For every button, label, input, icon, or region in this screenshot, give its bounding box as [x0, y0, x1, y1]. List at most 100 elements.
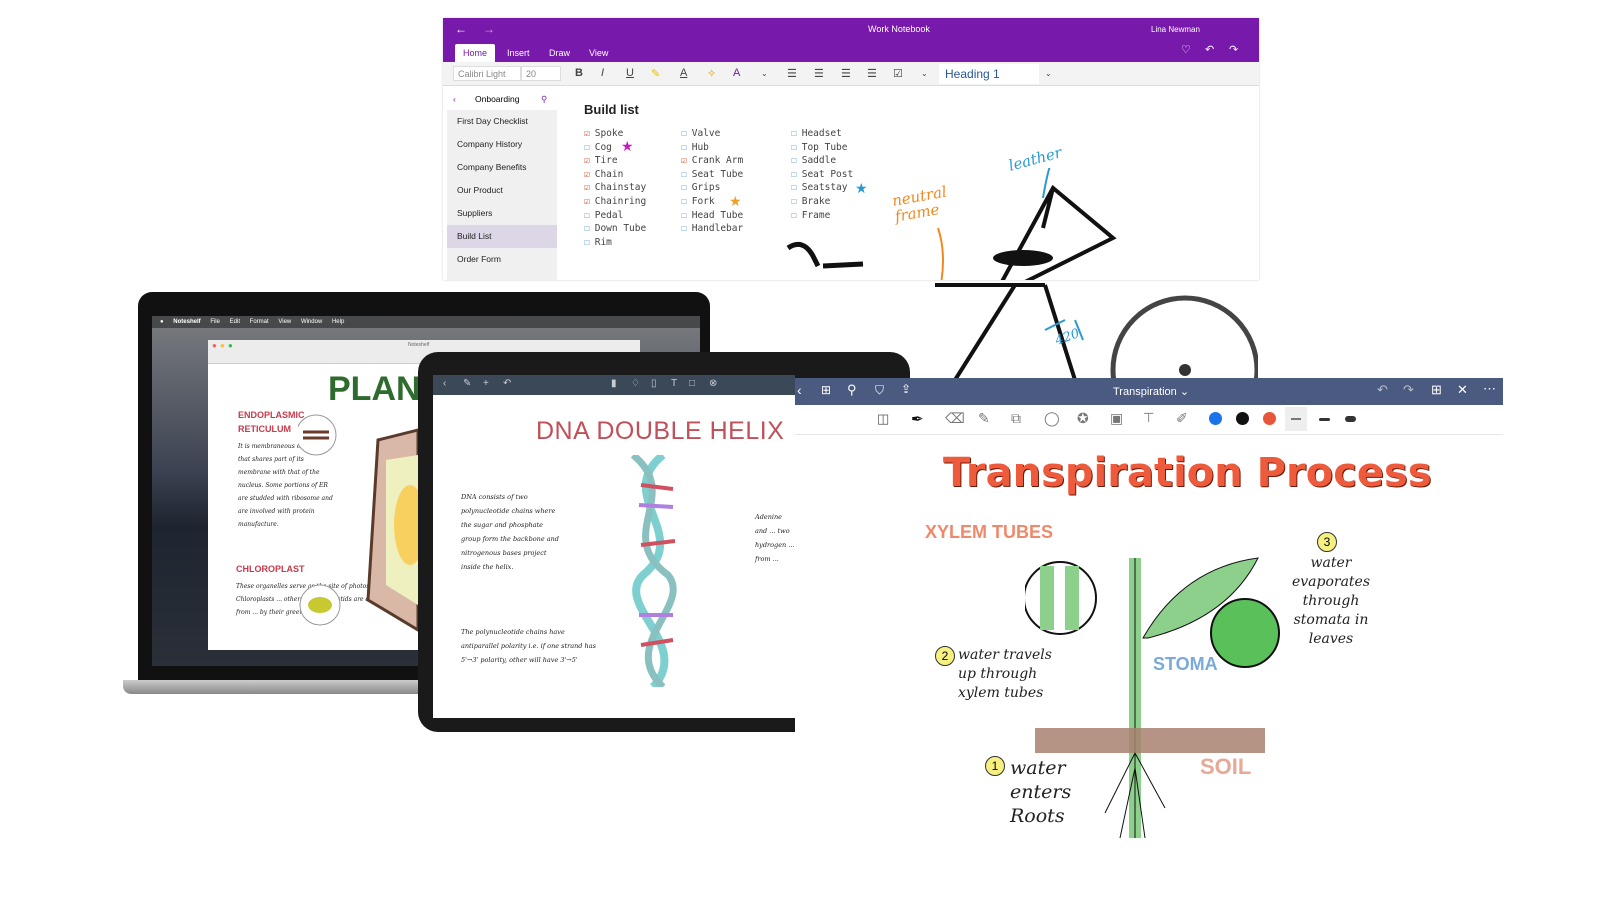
text-icon[interactable]: T — [671, 378, 677, 389]
font-color-icon[interactable]: A — [680, 67, 687, 79]
section-header[interactable]: ‹ Onboarding ⚲ — [447, 88, 557, 110]
checklist-item[interactable]: Valve — [681, 127, 743, 141]
page-item-selected[interactable]: Build List — [447, 225, 557, 248]
page-item[interactable]: Order Form — [447, 248, 557, 271]
settings-icon[interactable]: ⊗ — [709, 378, 717, 389]
highlighter-icon[interactable]: ♢ — [631, 378, 640, 389]
close-icon[interactable]: ✕ — [1457, 382, 1468, 398]
stroke-thin-selected[interactable] — [1285, 407, 1307, 431]
image-icon[interactable]: ▣ — [1110, 410, 1123, 427]
checklist-item[interactable]: Head Tube — [681, 209, 743, 223]
checklist-item[interactable]: Crank Arm — [681, 154, 743, 168]
highlight-icon[interactable]: ✎ — [651, 67, 660, 80]
chevron-down-icon[interactable]: ⌄ — [921, 69, 928, 78]
minimize-button[interactable]: ● — [220, 341, 225, 350]
checklist-item[interactable]: Handlebar — [681, 222, 743, 236]
bookmark-icon[interactable]: ⛉ — [875, 383, 884, 398]
undo-icon[interactable]: ↶ — [503, 378, 511, 389]
back-icon[interactable]: ‹ — [797, 382, 802, 398]
indent-icon[interactable]: ☰ — [867, 67, 877, 80]
stroke-thick[interactable] — [1345, 416, 1356, 422]
checklist-item[interactable]: Chainring — [584, 195, 646, 209]
eraser-icon[interactable]: ▯ — [651, 378, 657, 389]
checklist-item[interactable]: Top Tube — [791, 141, 853, 155]
checklist-item[interactable]: Headset — [791, 127, 853, 141]
clear-format-icon[interactable]: ✧ — [707, 67, 716, 80]
highlighter-icon[interactable]: ✎ — [978, 410, 990, 427]
zoom-button[interactable]: ● — [228, 341, 233, 350]
apple-icon[interactable]: ● — [160, 319, 164, 325]
tab-home[interactable]: Home — [455, 44, 496, 62]
add-page-icon[interactable]: ⊞ — [1431, 382, 1442, 398]
styles-icon[interactable]: A — [733, 67, 740, 79]
font-name-field[interactable]: Calibri Light — [453, 66, 521, 81]
search-icon[interactable]: ⚲ — [847, 382, 857, 398]
chevron-down-icon[interactable]: ⌄ — [1045, 69, 1052, 78]
page-item[interactable]: First Day Checklist — [447, 110, 557, 133]
color-swatch-blue[interactable] — [1209, 412, 1222, 425]
underline-icon[interactable]: U — [626, 67, 634, 79]
checklist-item[interactable]: Seat Tube — [681, 168, 743, 182]
forward-icon[interactable]: → — [483, 22, 495, 36]
color-swatch-red[interactable] — [1263, 412, 1276, 425]
pen-icon[interactable]: ✒ — [911, 410, 924, 428]
checkbox-icon[interactable]: ☑ — [893, 67, 903, 80]
eraser-icon[interactable]: ⌫ — [945, 410, 965, 427]
menu-item[interactable]: File — [210, 319, 220, 325]
back-icon[interactable]: ← — [455, 22, 467, 36]
menu-item[interactable]: Edit — [230, 319, 240, 325]
redo-icon[interactable]: ↷ — [1229, 43, 1238, 56]
shape-icon[interactable]: □ — [689, 378, 695, 389]
more-icon[interactable]: ⋯ — [1483, 381, 1496, 397]
menu-item[interactable]: Format — [250, 319, 269, 325]
redo-icon[interactable]: ↷ — [1403, 382, 1414, 398]
page-item[interactable]: Company History — [447, 133, 557, 156]
checklist-item[interactable]: Hub — [681, 141, 743, 155]
pen-tool-icon[interactable]: ▮ — [611, 378, 617, 389]
checklist-item[interactable]: Tire — [584, 154, 646, 168]
color-swatch-black[interactable] — [1236, 412, 1249, 425]
chevron-down-icon[interactable]: ⌄ — [761, 69, 768, 78]
add-icon[interactable]: + — [483, 378, 489, 389]
sticker-icon[interactable]: ✪ — [1077, 410, 1089, 427]
menu-item[interactable]: Help — [332, 319, 344, 325]
style-select[interactable]: Heading 1 — [939, 64, 1039, 84]
text-box-icon[interactable]: ⊤ — [1143, 410, 1154, 426]
menu-item[interactable]: Noteshelf — [173, 319, 200, 325]
stroke-medium[interactable] — [1319, 418, 1330, 421]
checklist-item[interactable]: Chainstay — [584, 181, 646, 195]
checklist-item[interactable]: Chain — [584, 168, 646, 182]
close-button[interactable]: ● — [212, 341, 217, 350]
menu-item[interactable]: Window — [301, 319, 322, 325]
undo-icon[interactable]: ↶ — [1377, 382, 1388, 398]
tab-draw[interactable]: Draw — [541, 44, 578, 62]
pen-icon[interactable]: ✎ — [463, 378, 471, 389]
checklist-item[interactable]: Saddle — [791, 154, 853, 168]
undo-icon[interactable]: ↶ — [1205, 43, 1214, 56]
menu-item[interactable]: View — [278, 319, 291, 325]
page-item[interactable]: Company Benefits — [447, 156, 557, 179]
grid-icon[interactable]: ⊞ — [821, 383, 831, 397]
page-item[interactable]: Our Product — [447, 179, 557, 202]
checklist-item[interactable]: Cog — [584, 141, 646, 155]
checklist-item[interactable]: Spoke — [584, 127, 646, 141]
back-icon[interactable]: ‹ — [443, 378, 446, 389]
back-icon[interactable]: ‹ — [453, 88, 456, 110]
numbered-list-icon[interactable]: ☰ — [814, 67, 824, 80]
page-layout-icon[interactable]: ◫ — [877, 411, 889, 427]
checklist-item[interactable]: Down Tube — [584, 222, 646, 236]
bullet-list-icon[interactable]: ☰ — [787, 67, 797, 80]
laser-pointer-icon[interactable]: ✐ — [1176, 410, 1188, 427]
font-size-field[interactable]: 20 — [521, 66, 561, 81]
user-name[interactable]: Lina Newman — [1151, 25, 1200, 34]
checklist-item[interactable]: Pedal — [584, 209, 646, 223]
notebook-title[interactable]: Transpiration ⌄ — [1113, 385, 1189, 398]
shapes-icon[interactable]: ⧉ — [1011, 410, 1021, 427]
italic-icon[interactable]: I — [601, 67, 604, 79]
lasso-icon[interactable]: ◯ — [1044, 410, 1060, 427]
lightbulb-icon[interactable]: ♡ — [1181, 43, 1191, 56]
search-icon[interactable]: ⚲ — [541, 88, 547, 110]
share-icon[interactable]: ⇪ — [901, 382, 911, 396]
bold-icon[interactable]: B — [575, 67, 583, 79]
tab-insert[interactable]: Insert — [499, 44, 538, 62]
